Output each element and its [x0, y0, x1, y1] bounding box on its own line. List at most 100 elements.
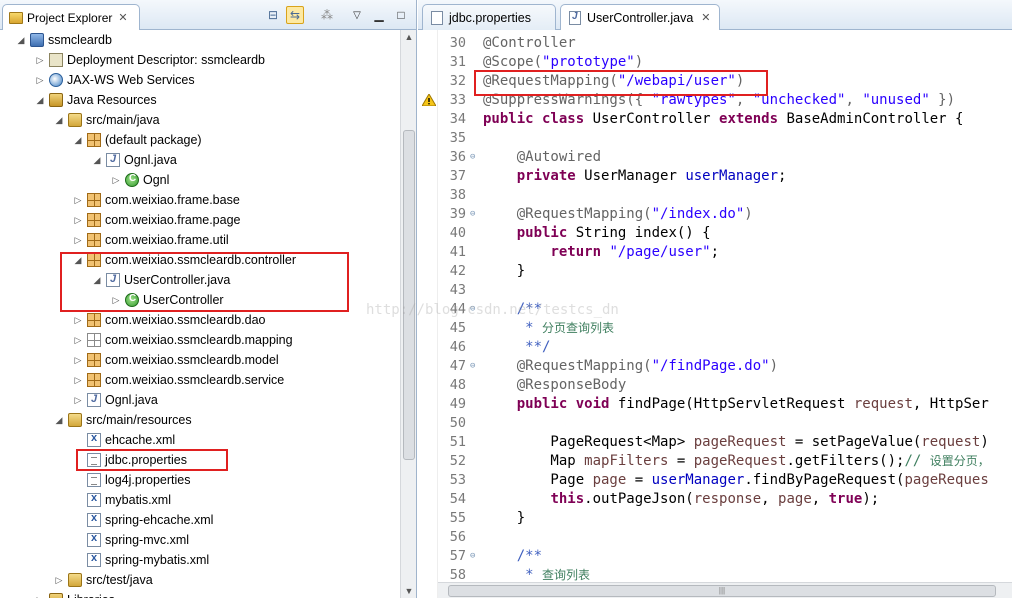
collapsed-arrow-icon[interactable]: ▷ — [73, 375, 83, 386]
collapsed-arrow-icon[interactable]: ▷ — [73, 195, 83, 206]
code-line[interactable]: 52 Map mapFilters = pageRequest .getFilte… — [438, 451, 1012, 470]
code-line[interactable]: 50 — [438, 413, 1012, 432]
tree-item[interactable]: spring-mybatis.xml — [0, 550, 400, 570]
tree-item[interactable]: ▷ JAX-WS Web Services — [0, 70, 400, 90]
tree-item[interactable]: ▷ src/test/java — [0, 570, 400, 590]
code-line[interactable]: 34 public class UserController extends Ba… — [438, 109, 1012, 128]
code-line[interactable]: 46 **/ — [438, 337, 1012, 356]
tree-item[interactable]: ▷ com.weixiao.ssmcleardb.model — [0, 350, 400, 370]
tree-item[interactable]: ▷ Libraries — [0, 590, 400, 598]
collapsed-arrow-icon[interactable]: ▷ — [73, 395, 83, 406]
code-line[interactable]: 36 ⊖ @Autowired — [438, 147, 1012, 166]
tree-item[interactable]: ◢ src/main/resources — [0, 410, 400, 430]
tree-item[interactable]: ▷ Ognl — [0, 170, 400, 190]
fold-toggle-icon[interactable]: ⊖ — [470, 152, 480, 162]
collapsed-arrow-icon[interactable]: ▷ — [35, 55, 45, 66]
tree-item[interactable]: spring-mvc.xml — [0, 530, 400, 550]
editor-horizontal-scrollbar[interactable]: ||| — [438, 582, 1012, 598]
collapsed-arrow-icon[interactable]: ▷ — [73, 355, 83, 366]
collapsed-arrow-icon[interactable]: ▷ — [35, 595, 45, 598]
jr-icon — [49, 593, 63, 598]
expanded-arrow-icon[interactable]: ◢ — [35, 95, 45, 106]
minimize-button[interactable]: ▁ — [370, 6, 388, 24]
filter-icon[interactable]: ⁂ — [318, 6, 336, 24]
tree-item[interactable]: ▷ Deployment Descriptor: ssmcleardb — [0, 50, 400, 70]
code-line[interactable]: 56 — [438, 527, 1012, 546]
close-icon[interactable]: ✕ — [118, 11, 127, 24]
explorer-vertical-scrollbar[interactable]: ▲ ▼ — [400, 30, 416, 598]
collapse-all-button[interactable]: ⊟ — [264, 6, 282, 24]
line-number: 52 — [449, 452, 466, 469]
code-token: .findByPageRequest( — [744, 471, 905, 488]
scroll-up-arrow-icon[interactable]: ▲ — [404, 32, 414, 42]
code-line[interactable]: 44 ⊖ /** — [438, 299, 1012, 318]
tree-item[interactable]: spring-ehcache.xml — [0, 510, 400, 530]
code-line[interactable]: 41 return "/page/user"; — [438, 242, 1012, 261]
scroll-down-arrow-icon[interactable]: ▼ — [404, 586, 414, 596]
code-line[interactable]: 45 * 分页查询列表 — [438, 318, 1012, 337]
code-line[interactable]: 54 this .outPageJson(response, page, true… — [438, 489, 1012, 508]
code-line[interactable]: 51 PageRequest<Map> pageRequest = setPag… — [438, 432, 1012, 451]
code-line[interactable]: 38 — [438, 185, 1012, 204]
fold-toggle-icon[interactable]: ⊖ — [470, 361, 480, 371]
link-with-editor-button[interactable]: ⇆ — [286, 6, 304, 24]
code-line[interactable]: 53 Page page = userManager .findByPageReq… — [438, 470, 1012, 489]
close-icon[interactable]: ✕ — [701, 11, 710, 24]
collapsed-arrow-icon[interactable]: ▷ — [54, 575, 64, 586]
expanded-arrow-icon[interactable]: ◢ — [92, 155, 102, 166]
code-line[interactable]: 58 * 查询列表 — [438, 565, 1012, 583]
code-line[interactable]: 35 — [438, 128, 1012, 147]
scrollbar-thumb[interactable] — [403, 130, 415, 460]
tab-jdbc-properties[interactable]: jdbc.properties — [422, 4, 556, 30]
expanded-arrow-icon[interactable]: ◢ — [73, 135, 83, 146]
project-explorer-tab[interactable]: Project Explorer ✕ — [2, 4, 140, 30]
expanded-arrow-icon[interactable]: ◢ — [54, 115, 64, 126]
collapsed-arrow-icon[interactable]: ▷ — [73, 315, 83, 326]
tree-item[interactable]: ▷ com.weixiao.frame.util — [0, 230, 400, 250]
view-menu-button[interactable]: ▽ — [348, 6, 366, 24]
tree-item[interactable]: ◢ Java Resources — [0, 90, 400, 110]
code-line[interactable]: 37 private UserManager userManager; — [438, 166, 1012, 185]
code-line[interactable]: 43 — [438, 280, 1012, 299]
tree-item[interactable]: ◢ ssmcleardb — [0, 30, 400, 50]
expanded-arrow-icon[interactable]: ◢ — [16, 35, 26, 46]
collapsed-arrow-icon[interactable]: ▷ — [73, 235, 83, 246]
tree-item[interactable]: ◢ src/main/java — [0, 110, 400, 130]
code-line[interactable]: 47 ⊖ @RequestMapping("/findPage.do") — [438, 356, 1012, 375]
scrollbar-thumb[interactable]: ||| — [448, 585, 996, 597]
tree-item[interactable]: mybatis.xml — [0, 490, 400, 510]
collapsed-arrow-icon[interactable]: ▷ — [35, 75, 45, 86]
code-line[interactable]: 40 public String index() { — [438, 223, 1012, 242]
code-line[interactable]: 31 @Scope("prototype") — [438, 52, 1012, 71]
code-line[interactable]: 30 @Controller — [438, 33, 1012, 52]
tree-item[interactable]: log4j.properties — [0, 470, 400, 490]
tree-item[interactable]: ▷ com.weixiao.ssmcleardb.service — [0, 370, 400, 390]
collapsed-arrow-icon[interactable]: ▷ — [73, 335, 83, 346]
code-line[interactable]: 55 } — [438, 508, 1012, 527]
tree-item[interactable]: ▷ com.weixiao.ssmcleardb.mapping — [0, 330, 400, 350]
code-line[interactable]: 48 @ResponseBody — [438, 375, 1012, 394]
tree-item[interactable]: ▷ com.weixiao.frame.base — [0, 190, 400, 210]
tree-item[interactable]: ◢ (default package) — [0, 130, 400, 150]
tab-usercontroller-java[interactable]: UserController.java ✕ — [560, 4, 720, 30]
collapsed-arrow-icon[interactable]: ▷ — [111, 175, 121, 186]
code-line[interactable]: 57 ⊖ /** — [438, 546, 1012, 565]
pkg-icon — [87, 373, 101, 387]
warning-icon[interactable] — [421, 93, 437, 107]
code-line[interactable]: 39 ⊖ @RequestMapping("/index.do") — [438, 204, 1012, 223]
code-token: 分页查询列表 — [542, 321, 615, 335]
tree-item[interactable]: ◢ Ognl.java — [0, 150, 400, 170]
tree-item[interactable]: ▷ com.weixiao.ssmcleardb.dao — [0, 310, 400, 330]
maximize-button[interactable]: □ — [392, 6, 410, 24]
code-area[interactable]: 30 @Controller 31 @Scope("prototype") 32 @Req… — [438, 30, 1012, 583]
expanded-arrow-icon[interactable]: ◢ — [54, 415, 64, 426]
fold-toggle-icon[interactable]: ⊖ — [470, 209, 480, 219]
tree-item[interactable]: ehcache.xml — [0, 430, 400, 450]
tree-item[interactable]: ▷ com.weixiao.frame.page — [0, 210, 400, 230]
code-line[interactable]: 42 } — [438, 261, 1012, 280]
fold-toggle-icon[interactable]: ⊖ — [470, 304, 480, 314]
collapsed-arrow-icon[interactable]: ▷ — [73, 215, 83, 226]
code-line[interactable]: 49 public void findPage(HttpServletReque… — [438, 394, 1012, 413]
fold-toggle-icon[interactable]: ⊖ — [470, 551, 480, 561]
tree-item[interactable]: ▷ Ognl.java — [0, 390, 400, 410]
